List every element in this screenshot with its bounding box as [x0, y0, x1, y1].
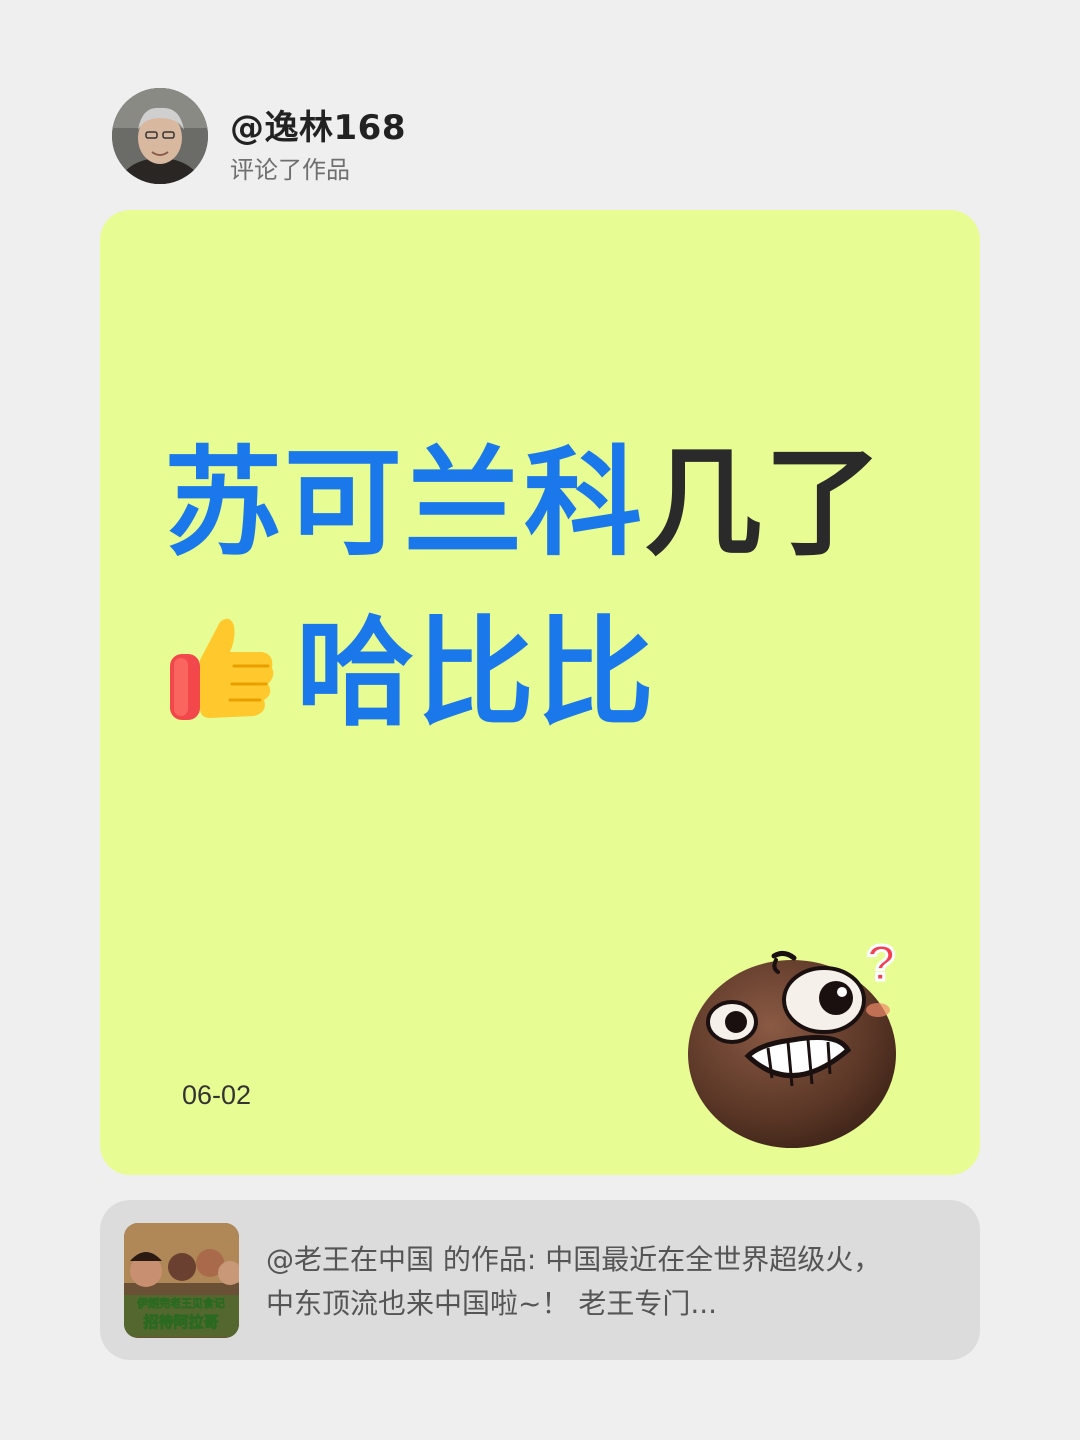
referenced-work-thumbnail[interactable]: 伊朗完老王见食记 招待阿拉哥 [124, 1223, 239, 1338]
comment-card: 苏可兰科几了 哈比比 06-02 ? [100, 210, 980, 1175]
referenced-work-text[interactable]: @老王在中国 的作品: 中国最近在全世界超级火，中东顶流也来中国啦~！ 老王专门… [266, 1238, 896, 1328]
video-thumbnail-image: 伊朗完老王见食记 招待阿拉哥 [124, 1223, 239, 1338]
svg-text:?: ? [866, 935, 897, 991]
thumbs-up-icon [170, 618, 274, 720]
comment-line-1: 苏可兰科几了 [164, 438, 884, 568]
user-avatar[interactable] [112, 88, 208, 184]
action-text: 评论了作品 [230, 156, 350, 184]
comment-header: @逸林168 评论了作品 [112, 88, 812, 188]
thumbnail-caption-top: 伊朗完老王见食记 [136, 1296, 225, 1310]
referenced-work-card[interactable]: 伊朗完老王见食记 招待阿拉哥 @老王在中国 的作品: 中国最近在全世界超级火，中… [100, 1200, 980, 1360]
comment-line-1-blue: 苏可兰科 [164, 434, 645, 572]
thumbnail-caption-bottom: 招待阿拉哥 [143, 1313, 218, 1331]
comment-line-2-text: 哈比比 [296, 604, 657, 742]
comment-line-1-dark: 几了 [644, 434, 885, 572]
confused-grin-sticker-icon: ? [688, 934, 898, 1148]
username[interactable]: @逸林168 [230, 100, 406, 149]
comment-date: 06-02 [182, 1080, 252, 1110]
avatar-image [112, 88, 208, 184]
